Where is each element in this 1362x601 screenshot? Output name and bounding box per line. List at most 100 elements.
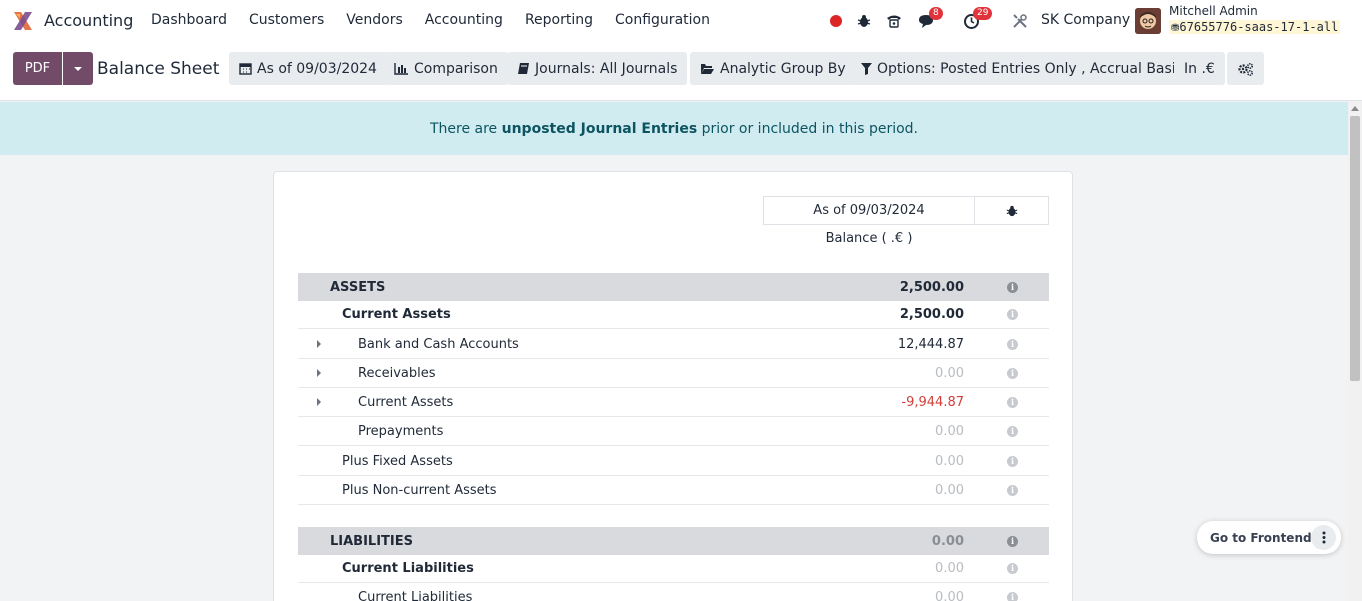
report-line-row[interactable]: Receivables 0.00 i [298,359,1049,388]
page-title: Balance Sheet [97,59,220,79]
activities-clock-icon[interactable]: 29 [961,7,993,31]
more-options-button[interactable] [1311,525,1336,550]
row-label: Current Liabilities [358,589,473,601]
calendar-icon [239,63,252,75]
row-label: Prepayments [358,423,444,439]
report-section-row: LIABILITIES 0.00 i [298,527,1049,555]
info-icon[interactable]: i [1007,308,1018,320]
row-label: Current Assets [342,306,451,322]
journals-filter-button[interactable]: Journals: All Journals [507,52,688,85]
messages-badge: 8 [929,7,943,20]
info-icon[interactable]: i [1007,562,1018,574]
database-name: ⛃67655776-saas-17-1-all [1169,20,1341,34]
debug-bug-icon[interactable] [854,11,874,31]
balance-column-subheader: Balance ( .€ ) [825,231,913,246]
info-icon[interactable]: i [1007,425,1018,437]
report-line-row: Current Liabilities 0.00 i [298,554,1049,583]
recording-indicator-icon[interactable] [830,15,842,27]
comparison-button[interactable]: Comparison [384,52,508,85]
filter-icon [861,62,872,75]
row-label: Current Liabilities [342,560,474,576]
menu-item-configuration[interactable]: Configuration [615,12,710,28]
unposted-entries-alert: There are unposted Journal Entries prior… [0,102,1348,155]
menu-item-accounting[interactable]: Accounting [425,12,503,28]
unposted-entries-link[interactable]: unposted Journal Entries [502,121,698,137]
menu-item-dashboard[interactable]: Dashboard [151,12,227,28]
tools-icon[interactable] [1010,11,1030,31]
report-line-row: Current Liabilities 0.00 i [298,583,1049,601]
report-line-row: Prepayments 0.00 i [298,417,1049,446]
row-amount[interactable]: 0.00 [935,424,964,439]
row-amount[interactable]: 12,444.87 [898,337,964,352]
row-amount[interactable]: 0.00 [932,534,964,549]
currency-filter-button[interactable]: In .€ [1174,52,1225,85]
row-label: ASSETS [330,279,386,295]
row-label: Plus Non-current Assets [342,482,497,498]
row-amount[interactable]: 2,500.00 [900,307,964,322]
pdf-dropdown-toggle[interactable] [63,52,93,85]
row-amount[interactable]: 0.00 [935,561,964,576]
app-name[interactable]: Accounting [44,11,133,30]
row-amount[interactable]: 2,500.00 [900,280,964,295]
row-label: Bank and Cash Accounts [358,336,519,352]
menu-item-customers[interactable]: Customers [249,12,324,28]
messages-icon[interactable]: 8 [917,7,943,31]
currency-filter-label: In .€ [1184,60,1215,77]
menu-item-reporting[interactable]: Reporting [525,12,593,28]
user-avatar[interactable] [1135,8,1161,34]
scrollbar-thumb[interactable] [1350,116,1360,381]
debug-column-header[interactable] [975,196,1049,225]
expand-caret-icon[interactable] [317,340,321,348]
info-icon[interactable]: i [1007,281,1018,293]
main-menu: Dashboard Customers Vendors Accounting R… [151,12,732,28]
row-amount[interactable]: -9,944.87 [901,395,964,410]
report-line-row[interactable]: Current Assets -9,944.87 i [298,388,1049,417]
row-label: Current Assets [358,394,454,410]
analytic-group-by-label: Analytic Group By [720,60,846,77]
accounting-app-icon[interactable] [12,10,34,32]
pdf-button[interactable]: PDF [13,52,62,85]
cogs-icon [1238,62,1254,76]
info-icon[interactable]: i [1007,535,1018,547]
info-icon[interactable]: i [1007,484,1018,496]
go-to-frontend-button[interactable]: Go to Frontend [1202,525,1320,550]
report-line-row[interactable]: Bank and Cash Accounts 12,444.87 i [298,330,1049,359]
page-scrollbar[interactable] [1348,102,1362,601]
info-icon[interactable]: i [1007,396,1018,408]
settings-button[interactable] [1227,52,1264,85]
row-amount[interactable]: 0.00 [935,483,964,498]
book-icon [518,63,529,74]
info-icon[interactable]: i [1007,455,1018,467]
company-switcher[interactable]: SK Company [1041,12,1130,28]
expand-caret-icon[interactable] [317,369,321,377]
phone-icon[interactable] [884,11,904,31]
scroll-up-arrow-icon[interactable] [1351,106,1359,111]
report-line-row: Current Assets 2,500.00 i [298,300,1049,329]
row-amount[interactable]: 0.00 [935,590,964,601]
date-filter-button[interactable]: As of 09/03/2024 [229,52,387,85]
period-column-header[interactable]: As of 09/03/2024 [763,196,975,225]
date-filter-label: As of 09/03/2024 [257,60,377,77]
alert-text-after: prior or included in this period. [697,120,918,137]
analytic-group-by-button[interactable]: Analytic Group By [690,52,856,85]
report-section-row: ASSETS 2,500.00 i [298,273,1049,301]
database-label: 67655776-saas-17-1-all [1179,20,1339,34]
journals-filter-label: Journals: All Journals [535,60,678,77]
menu-item-vendors[interactable]: Vendors [346,12,402,28]
frontend-widget: Go to Frontend [1197,521,1341,554]
info-icon[interactable]: i [1007,591,1018,601]
expand-caret-icon[interactable] [317,398,321,406]
options-filter-label: Options: Posted Entries Only , Accrual B… [877,60,1183,77]
user-name[interactable]: Mitchell Admin [1169,4,1258,18]
options-filter-button[interactable]: Options: Posted Entries Only , Accrual B… [851,52,1193,85]
alert-text-before: There are [429,120,502,137]
row-amount[interactable]: 0.00 [935,366,964,381]
control-panel: PDF Balance Sheet As of 09/03/2024 Compa… [0,42,1362,101]
row-amount[interactable]: 0.00 [935,454,964,469]
bar-chart-icon [394,63,408,75]
info-icon[interactable]: i [1007,367,1018,379]
balance-sheet-report: As of 09/03/2024 Balance ( .€ ) ASSETS 2,… [273,171,1073,601]
info-icon[interactable]: i [1007,338,1018,350]
report-line-row: Plus Non-current Assets 0.00 i [298,476,1049,505]
activities-badge: 29 [973,7,993,20]
